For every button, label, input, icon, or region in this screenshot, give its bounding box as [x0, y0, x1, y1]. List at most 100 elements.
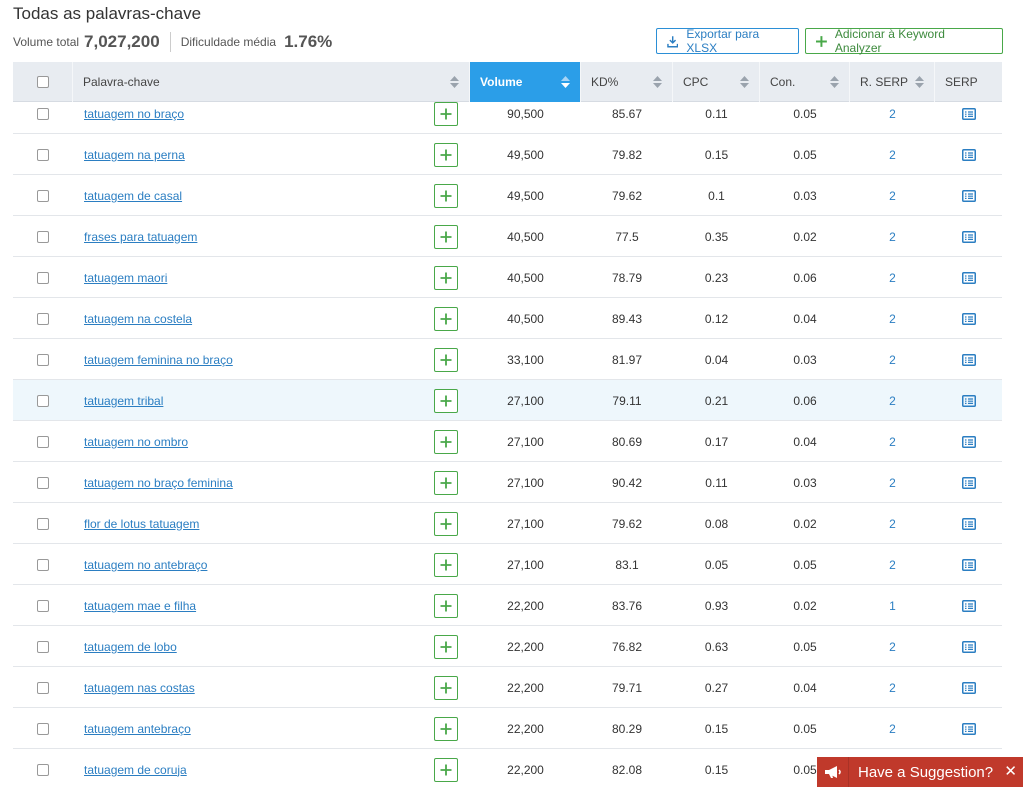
keyword-link[interactable]: tatuagem no antebraço — [84, 558, 207, 572]
serp-list-icon[interactable] — [961, 558, 976, 571]
plus-icon — [440, 641, 452, 653]
add-keyword-button[interactable] — [434, 101, 458, 126]
cpc-cell: 0.1 — [708, 188, 725, 203]
rserp-link[interactable]: 2 — [850, 298, 935, 339]
rserp-link[interactable]: 2 — [850, 544, 935, 585]
row-checkbox[interactable] — [37, 476, 49, 489]
add-keyword-button[interactable] — [434, 675, 458, 700]
row-checkbox[interactable] — [37, 353, 49, 366]
add-keyword-button[interactable] — [434, 306, 458, 331]
keyword-link[interactable]: tatuagem mae e filha — [84, 599, 196, 613]
close-icon[interactable]: ✕ — [1004, 762, 1017, 780]
add-cell — [434, 134, 458, 175]
add-keyword-button[interactable] — [434, 634, 458, 659]
add-keyword-button[interactable] — [434, 511, 458, 536]
rserp-link[interactable]: 2 — [850, 667, 935, 708]
serp-list-icon[interactable] — [961, 312, 976, 325]
volume-cell: 40,500 — [507, 311, 544, 326]
keyword-link[interactable]: frases para tatuagem — [84, 230, 197, 244]
add-keyword-button[interactable] — [434, 265, 458, 290]
row-checkbox-cell — [37, 749, 49, 787]
row-checkbox[interactable] — [37, 189, 49, 202]
rserp-link[interactable]: 2 — [850, 93, 935, 134]
serp-list-icon[interactable] — [961, 599, 976, 612]
add-keyword-button[interactable] — [434, 224, 458, 249]
serp-list-icon[interactable] — [961, 189, 976, 202]
serp-list-icon[interactable] — [961, 722, 976, 735]
keyword-link[interactable]: flor de lotus tatuagem — [84, 517, 199, 531]
serp-list-icon[interactable] — [961, 353, 976, 366]
rserp-link[interactable]: 2 — [850, 708, 935, 749]
row-checkbox[interactable] — [37, 599, 49, 612]
select-all-checkbox[interactable] — [36, 76, 49, 88]
serp-list-icon[interactable] — [961, 517, 976, 530]
add-keyword-button[interactable] — [434, 429, 458, 454]
add-keyword-button[interactable] — [434, 593, 458, 618]
keyword-link[interactable]: tatuagem maori — [84, 271, 167, 285]
row-checkbox[interactable] — [37, 640, 49, 653]
rserp-link[interactable]: 2 — [850, 462, 935, 503]
serp-list-icon[interactable] — [961, 230, 976, 243]
keyword-link[interactable]: tatuagem no ombro — [84, 435, 188, 449]
rserp-link[interactable]: 2 — [850, 216, 935, 257]
rserp-link[interactable]: 2 — [850, 175, 935, 216]
export-xlsx-button[interactable]: Exportar para XLSX — [656, 27, 799, 55]
row-checkbox[interactable] — [37, 107, 49, 120]
row-checkbox[interactable] — [37, 435, 49, 448]
keyword-link[interactable]: tatuagem feminina no braço — [84, 353, 233, 367]
keyword-link[interactable]: tatuagem tribal — [84, 394, 163, 408]
keyword-link[interactable]: tatuagem nas costas — [84, 681, 195, 695]
rserp-link[interactable]: 1 — [850, 585, 935, 626]
row-checkbox[interactable] — [37, 763, 49, 776]
volume-cell: 22,200 — [507, 762, 544, 777]
keyword-link[interactable]: tatuagem no braço — [84, 107, 184, 121]
row-checkbox[interactable] — [37, 558, 49, 571]
rserp-link[interactable]: 2 — [850, 257, 935, 298]
serp-list-icon[interactable] — [961, 640, 976, 653]
add-keyword-button[interactable] — [434, 716, 458, 741]
rserp-link[interactable]: 2 — [850, 421, 935, 462]
serp-list-icon[interactable] — [961, 107, 976, 120]
serp-list-icon[interactable] — [961, 681, 976, 694]
suggestion-widget[interactable]: Have a Suggestion? ✕ — [817, 757, 1023, 787]
serp-list-icon[interactable] — [961, 394, 976, 407]
serp-list-icon[interactable] — [961, 476, 976, 489]
add-keyword-button[interactable] — [434, 183, 458, 208]
row-checkbox[interactable] — [37, 312, 49, 325]
row-checkbox[interactable] — [37, 681, 49, 694]
rserp-link[interactable]: 2 — [850, 503, 935, 544]
row-checkbox[interactable] — [37, 722, 49, 735]
add-keyword-button[interactable] — [434, 388, 458, 413]
keyword-link[interactable]: tatuagem de coruja — [84, 763, 187, 777]
serp-list-icon[interactable] — [961, 435, 976, 448]
add-keyword-button[interactable] — [434, 757, 458, 782]
row-checkbox[interactable] — [37, 271, 49, 284]
add-keyword-button[interactable] — [434, 142, 458, 167]
rserp-link[interactable]: 2 — [850, 380, 935, 421]
row-checkbox-cell — [37, 585, 49, 626]
add-to-analyzer-button[interactable]: Adicionar à Keyword Analyzer — [805, 27, 1003, 55]
add-keyword-button[interactable] — [434, 347, 458, 372]
keyword-link[interactable]: tatuagem de casal — [84, 189, 182, 203]
row-checkbox[interactable] — [37, 394, 49, 407]
rserp-link[interactable]: 2 — [850, 134, 935, 175]
keyword-link[interactable]: tatuagem na costela — [84, 312, 192, 326]
add-cell — [434, 749, 458, 787]
keyword-link[interactable]: tatuagem na perna — [84, 148, 185, 162]
keyword-link[interactable]: tatuagem no braço feminina — [84, 476, 233, 490]
serp-list-icon[interactable] — [961, 271, 976, 284]
row-checkbox-cell — [37, 175, 49, 216]
keyword-link[interactable]: tatuagem de lobo — [84, 640, 177, 654]
keyword-link[interactable]: tatuagem antebraço — [84, 722, 191, 736]
row-checkbox[interactable] — [37, 517, 49, 530]
difficulty-label: Dificuldade média — [180, 35, 277, 49]
add-keyword-button[interactable] — [434, 552, 458, 577]
plus-icon — [440, 682, 452, 694]
row-checkbox[interactable] — [37, 230, 49, 243]
rserp-link[interactable]: 2 — [850, 626, 935, 667]
rserp-link[interactable]: 2 — [850, 339, 935, 380]
row-checkbox[interactable] — [37, 148, 49, 161]
serp-list-icon[interactable] — [961, 148, 976, 161]
sort-icon — [740, 76, 749, 88]
add-keyword-button[interactable] — [434, 470, 458, 495]
